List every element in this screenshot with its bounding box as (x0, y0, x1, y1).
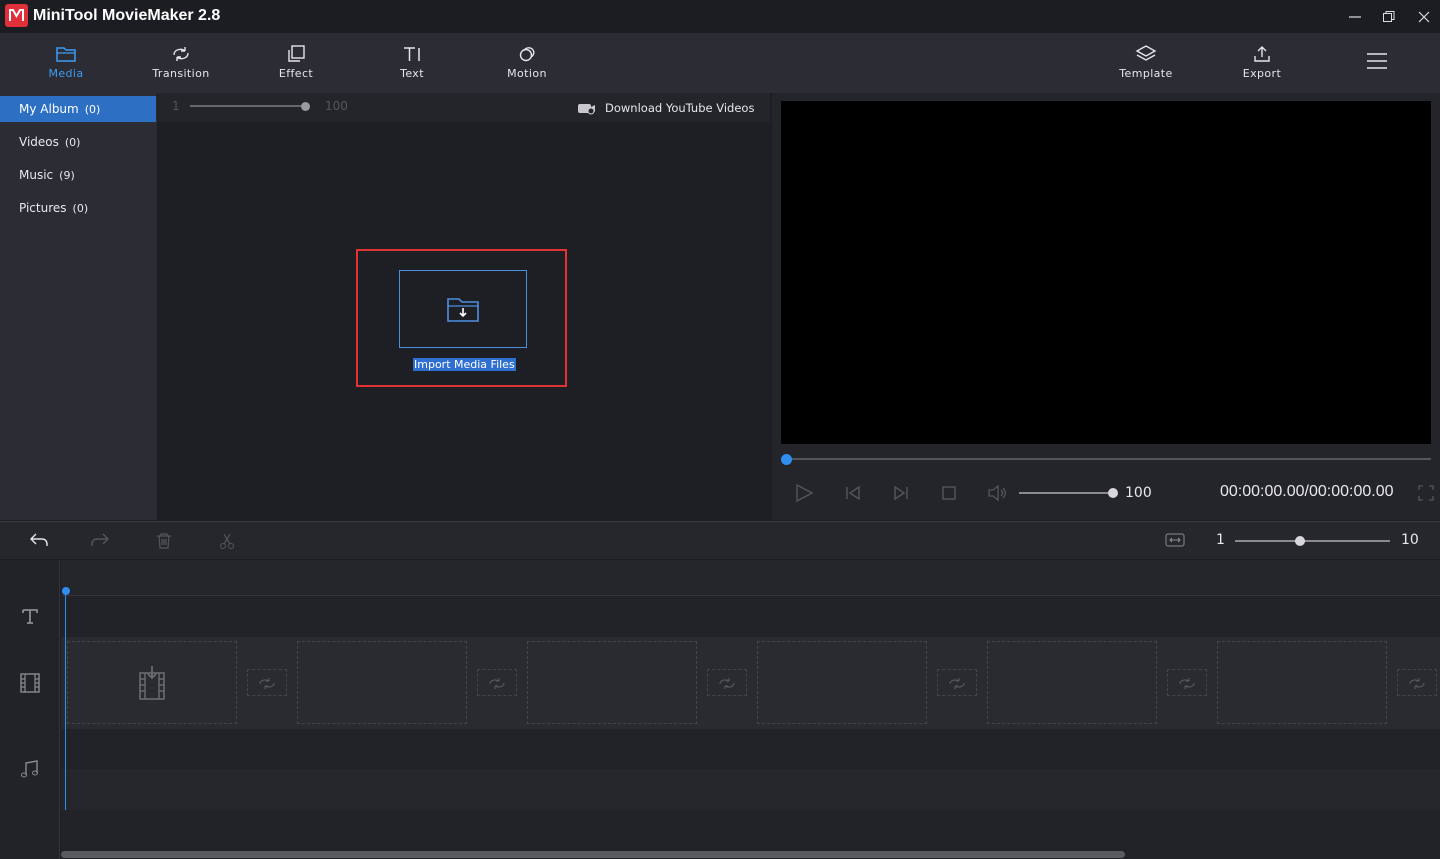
text-track-icon (20, 607, 40, 628)
zoom-min-label: 1 (1216, 532, 1225, 548)
thumb-size-min: 1 (172, 99, 180, 113)
tab-transition-label: Transition (152, 67, 209, 80)
moviemaker-logo-icon (5, 4, 28, 27)
text-track[interactable] (61, 596, 1440, 637)
thumb-size-knob[interactable] (301, 102, 310, 111)
app-title: MiniTool MovieMaker 2.8 (33, 7, 220, 25)
transition-slot[interactable] (707, 669, 747, 696)
media-sidebar (0, 93, 157, 520)
folder-import-icon (446, 295, 480, 323)
clip-slot[interactable] (1217, 641, 1387, 724)
volume-value: 100 (1125, 485, 1152, 501)
volume-slider-track[interactable] (1019, 492, 1113, 494)
transition-slot[interactable] (1397, 669, 1437, 696)
sidebar-item-count: (0) (65, 136, 81, 149)
sidebar-item-count: (9) (59, 169, 75, 182)
sidebar-item-label: Pictures (19, 201, 67, 215)
next-frame-icon[interactable] (891, 483, 911, 506)
tab-template-label: Template (1119, 67, 1172, 80)
stop-icon[interactable] (940, 483, 960, 506)
preview-screen (781, 101, 1431, 444)
sidebar-item-count: (0) (73, 202, 89, 215)
video-track-icon (19, 672, 41, 697)
play-icon[interactable] (794, 483, 814, 506)
playhead-handle[interactable] (62, 587, 70, 595)
playback-progress-bar[interactable] (787, 458, 1431, 460)
import-media-button[interactable] (399, 270, 527, 348)
sidebar-item-my-album[interactable]: My Album (0) (0, 96, 156, 122)
transition-slot[interactable] (1167, 669, 1207, 696)
tab-transition[interactable]: Transition (136, 33, 226, 93)
camera-download-icon (577, 102, 597, 115)
clip-slot[interactable] (757, 641, 927, 724)
export-label: Export (1243, 67, 1281, 80)
tab-motion-label: Motion (507, 67, 547, 80)
motion-icon (516, 44, 538, 64)
music-track-icon (20, 759, 40, 782)
effect-icon (285, 44, 307, 64)
timecode-display: 00:00:00.00/00:00:00.00 (1220, 483, 1394, 501)
close-icon[interactable] (1410, 4, 1438, 30)
tab-media-label: Media (48, 67, 83, 80)
thumb-size-track[interactable] (190, 105, 306, 107)
sidebar-item-count: (0) (85, 103, 101, 116)
music-track-secondary[interactable] (61, 769, 1440, 810)
sidebar-item-label: Music (19, 168, 53, 182)
tab-effect[interactable]: Effect (251, 33, 341, 93)
zoom-slider-track[interactable] (1235, 540, 1390, 542)
transition-slot[interactable] (247, 669, 287, 696)
text-icon (401, 44, 423, 64)
sidebar-item-label: Videos (19, 135, 59, 149)
zoom-slider-knob[interactable] (1295, 536, 1305, 546)
volume-icon[interactable] (987, 483, 1009, 506)
zoom-max-label: 10 (1401, 532, 1419, 548)
fit-zoom-icon[interactable] (1165, 532, 1185, 551)
export-button[interactable]: Export (1217, 33, 1307, 93)
film-import-icon (138, 665, 166, 701)
scissors-icon[interactable] (218, 532, 236, 553)
redo-icon[interactable] (90, 531, 110, 552)
transition-slot[interactable] (937, 669, 977, 696)
clip-slot[interactable] (987, 641, 1157, 724)
tab-template[interactable]: Template (1101, 33, 1191, 93)
download-youtube-button[interactable]: Download YouTube Videos (577, 100, 757, 116)
sidebar-item-pictures[interactable]: Pictures (0) (0, 195, 156, 221)
volume-slider-knob[interactable] (1108, 488, 1118, 498)
hamburger-menu-icon[interactable] (1365, 51, 1389, 74)
import-media-label[interactable]: Import Media Files (413, 358, 516, 371)
tab-media[interactable]: Media (21, 33, 111, 93)
folder-icon (55, 44, 77, 64)
tab-motion[interactable]: Motion (482, 33, 572, 93)
download-youtube-label: Download YouTube Videos (605, 101, 754, 115)
minimize-icon[interactable] (1341, 4, 1369, 30)
transition-icon (170, 44, 192, 64)
timeline-horizontal-scrollbar[interactable] (61, 851, 1125, 858)
tab-text-label: Text (400, 67, 424, 80)
clip-slot[interactable] (297, 641, 467, 724)
clip-slot[interactable] (527, 641, 697, 724)
undo-icon[interactable] (29, 531, 49, 552)
sidebar-item-music[interactable]: Music (9) (0, 162, 156, 188)
sidebar-item-videos[interactable]: Videos (0) (0, 129, 156, 155)
playback-progress-knob[interactable] (781, 454, 792, 465)
thumb-size-max: 100 (325, 99, 348, 113)
tab-text[interactable]: Text (367, 33, 457, 93)
track-header-column (0, 560, 60, 859)
sidebar-item-label: My Album (19, 102, 79, 116)
layers-icon (1135, 44, 1157, 64)
timeline-ruler[interactable] (61, 560, 1440, 596)
restore-icon[interactable] (1375, 4, 1403, 30)
upload-icon (1251, 44, 1273, 64)
transition-slot[interactable] (477, 669, 517, 696)
trash-icon[interactable] (155, 532, 173, 553)
music-track[interactable] (61, 729, 1440, 769)
fullscreen-icon[interactable] (1418, 485, 1434, 504)
clip-slot[interactable] (67, 641, 237, 724)
prev-frame-icon[interactable] (843, 483, 863, 506)
playhead-line[interactable] (65, 594, 66, 810)
tab-effect-label: Effect (279, 67, 313, 80)
